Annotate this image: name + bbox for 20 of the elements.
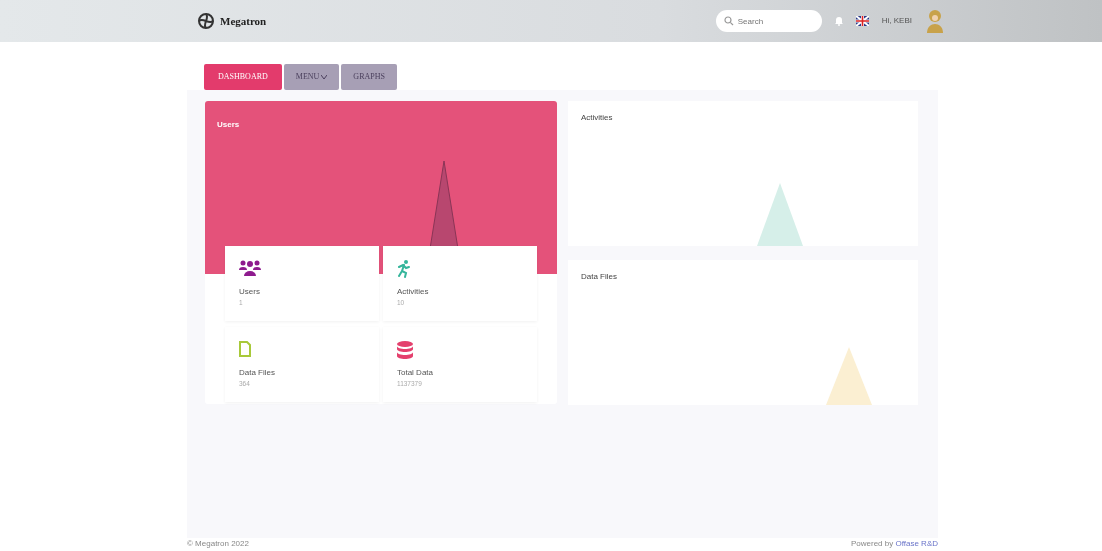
brand-name: Megatron	[220, 13, 267, 29]
nav-tab[interactable]: GRAPHS	[341, 64, 397, 90]
nav-tab[interactable]: MENU	[283, 64, 340, 90]
powered-by-text: Powered by Offase R&D	[851, 539, 938, 549]
card-title: Activities	[581, 112, 614, 124]
card-title: Users	[217, 119, 241, 131]
flag-icon[interactable]	[855, 16, 869, 26]
stat-label: Total Data	[397, 367, 435, 379]
stat-label: Users	[239, 286, 261, 298]
logo-icon	[196, 11, 216, 31]
stat-label: Data Files	[239, 367, 276, 379]
card-title: Data Files	[581, 271, 618, 283]
search-field[interactable]: Search	[715, 10, 822, 32]
user-greeting: Hi, KEBI	[881, 15, 912, 27]
bell-icon[interactable]	[834, 16, 843, 26]
company-link[interactable]: Offase R&D	[895, 539, 938, 548]
stat-label: Activities	[397, 286, 430, 298]
avatar-icon[interactable]	[925, 9, 945, 33]
nav-tab[interactable]: DASHBOARD	[204, 64, 282, 90]
copyright-text: © Megatron 2022	[187, 539, 249, 549]
